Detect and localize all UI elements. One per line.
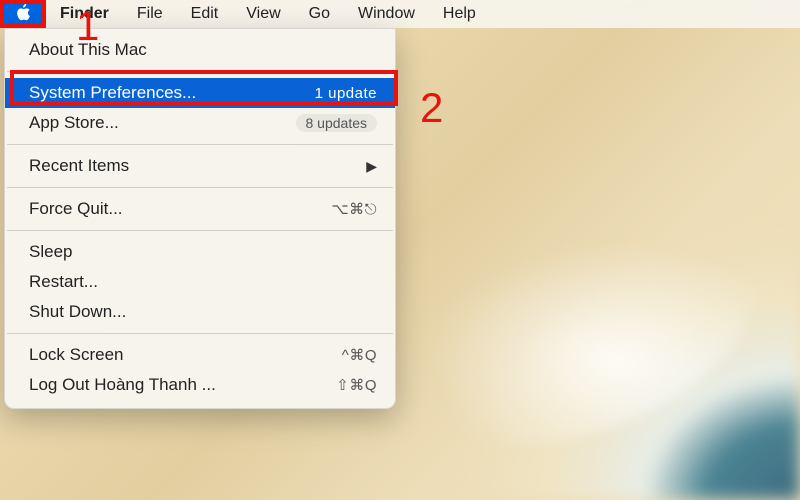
menu-lock-screen[interactable]: Lock Screen ^⌘Q [5, 340, 395, 370]
apple-logo-icon [14, 3, 32, 26]
menu-separator [7, 230, 393, 231]
menu-about-label: About This Mac [29, 40, 147, 60]
menubar-window[interactable]: Window [344, 0, 429, 28]
menu-force-quit[interactable]: Force Quit... ⌥⌘⎋ [5, 194, 395, 224]
apple-menu-dropdown: About This Mac System Preferences... 1 u… [4, 28, 396, 409]
menu-shut-down[interactable]: Shut Down... [5, 297, 395, 327]
menubar-view[interactable]: View [232, 0, 294, 28]
menu-log-out-label: Log Out Hoàng Thanh ... [29, 375, 216, 395]
menubar-edit[interactable]: Edit [177, 0, 233, 28]
menu-separator [7, 333, 393, 334]
menu-recent-items-label: Recent Items [29, 156, 129, 176]
menu-system-preferences-label: System Preferences... [29, 83, 196, 103]
menu-sleep[interactable]: Sleep [5, 237, 395, 267]
menu-app-store-badge: 8 updates [296, 114, 378, 132]
apple-menu-button[interactable] [0, 0, 46, 28]
menu-restart-label: Restart... [29, 272, 98, 292]
menu-separator [7, 187, 393, 188]
submenu-arrow-icon: ▶ [366, 158, 377, 175]
menubar-file[interactable]: File [123, 0, 177, 28]
menu-force-quit-label: Force Quit... [29, 199, 123, 219]
menu-shut-down-label: Shut Down... [29, 302, 126, 322]
menu-separator [7, 144, 393, 145]
menu-force-quit-shortcut: ⌥⌘⎋ [331, 200, 377, 218]
menubar-help[interactable]: Help [429, 0, 490, 28]
annotation-number-2: 2 [420, 84, 443, 132]
menu-lock-screen-label: Lock Screen [29, 345, 124, 365]
menubar-go[interactable]: Go [295, 0, 344, 28]
menu-recent-items[interactable]: Recent Items ▶ [5, 151, 395, 181]
menu-system-preferences[interactable]: System Preferences... 1 update [5, 78, 395, 108]
menubar-app-name[interactable]: Finder [46, 0, 123, 28]
menu-lock-screen-shortcut: ^⌘Q [342, 346, 377, 364]
menu-log-out-shortcut: ⇧⌘Q [336, 376, 377, 394]
menu-sleep-label: Sleep [29, 242, 72, 262]
menu-app-store[interactable]: App Store... 8 updates [5, 108, 395, 138]
menu-about-this-mac[interactable]: About This Mac [5, 35, 395, 65]
menubar: Finder File Edit View Go Window Help [0, 0, 800, 28]
menu-separator [7, 71, 393, 72]
menu-log-out[interactable]: Log Out Hoàng Thanh ... ⇧⌘Q [5, 370, 395, 400]
menu-system-preferences-badge: 1 update [315, 85, 377, 102]
menu-restart[interactable]: Restart... [5, 267, 395, 297]
menu-app-store-label: App Store... [29, 113, 119, 133]
